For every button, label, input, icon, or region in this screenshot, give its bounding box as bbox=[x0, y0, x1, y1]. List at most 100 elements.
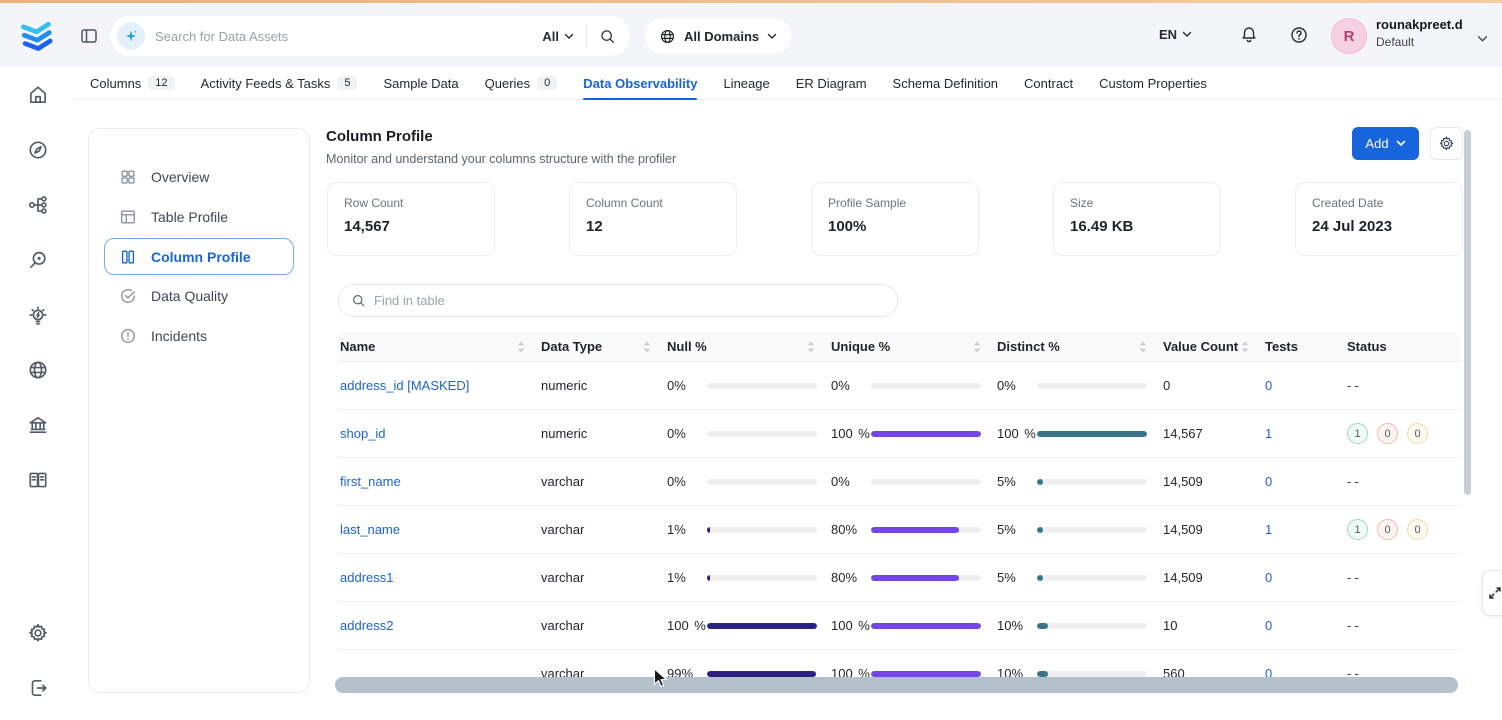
logout-icon[interactable] bbox=[26, 676, 50, 700]
table-row: address2varchar100 %100 %10%100-- bbox=[338, 602, 1460, 650]
column-header-data-type[interactable]: Data Type bbox=[539, 339, 665, 354]
column-name-link[interactable]: address2 bbox=[340, 618, 393, 633]
sort-icon[interactable] bbox=[973, 341, 981, 353]
sort-icon[interactable] bbox=[1241, 341, 1249, 353]
side-nav-table-profile[interactable]: Table Profile bbox=[89, 197, 309, 237]
side-nav-label: Overview bbox=[151, 169, 209, 185]
progress-track bbox=[1037, 383, 1147, 389]
summary-card-profile-sample: Profile Sample100% bbox=[811, 182, 979, 256]
tab-contract[interactable]: Contract bbox=[1024, 67, 1073, 100]
column-name-link[interactable]: address_id [MASKED] bbox=[340, 378, 469, 393]
progress-fill bbox=[871, 575, 959, 581]
progress-track bbox=[707, 623, 817, 629]
search-icon[interactable] bbox=[599, 28, 616, 45]
side-nav-incidents[interactable]: Incidents bbox=[89, 316, 309, 356]
column-name-link[interactable]: shop_id bbox=[340, 426, 386, 441]
global-search-input[interactable] bbox=[145, 29, 542, 44]
tests-link[interactable]: 0 bbox=[1265, 474, 1272, 489]
value-count-cell: 14,567 bbox=[1161, 426, 1263, 441]
tab-lineage[interactable]: Lineage bbox=[723, 67, 769, 100]
all-domains-dropdown[interactable]: All Domains bbox=[645, 18, 791, 54]
side-nav-overview[interactable]: Overview bbox=[89, 157, 309, 197]
tab-er-diagram[interactable]: ER Diagram bbox=[796, 67, 867, 100]
find-in-table[interactable] bbox=[338, 284, 898, 317]
tab-sample-data[interactable]: Sample Data bbox=[383, 67, 458, 100]
language-dropdown[interactable]: EN bbox=[1159, 27, 1192, 42]
column-header-name[interactable]: Name bbox=[338, 339, 539, 354]
sort-icon[interactable] bbox=[643, 341, 651, 353]
null-pct-cell: 1% bbox=[665, 569, 829, 586]
progress-track bbox=[871, 623, 981, 629]
vertical-scrollbar[interactable] bbox=[1464, 130, 1471, 495]
tab-queries[interactable]: Queries0 bbox=[485, 67, 558, 100]
progress-fill bbox=[707, 575, 710, 581]
progress-track bbox=[707, 383, 817, 389]
sort-icon[interactable] bbox=[1139, 341, 1147, 353]
home-icon[interactable] bbox=[26, 83, 50, 107]
column-header-unique[interactable]: Unique % bbox=[829, 339, 995, 354]
app-logo-icon[interactable] bbox=[16, 15, 58, 57]
tests-link[interactable]: 0 bbox=[1265, 378, 1272, 393]
tab-label: Custom Properties bbox=[1099, 76, 1207, 91]
progress-track bbox=[1037, 623, 1147, 629]
column-header-value-count[interactable]: Value Count bbox=[1161, 339, 1263, 354]
tab-count-badge: 0 bbox=[537, 76, 557, 90]
column-header-label: Data Type bbox=[541, 339, 602, 354]
side-nav-label: Column Profile bbox=[151, 249, 251, 265]
column-name-link[interactable]: address1 bbox=[340, 570, 393, 585]
column-header-label: Name bbox=[340, 339, 375, 354]
tab-data-observability[interactable]: Data Observability bbox=[583, 67, 697, 100]
column-header-status: Status bbox=[1345, 339, 1460, 354]
govern-icon[interactable] bbox=[26, 413, 50, 437]
sidebar-toggle-icon[interactable] bbox=[78, 26, 100, 48]
column-header-null[interactable]: Null % bbox=[665, 339, 829, 354]
user-avatar[interactable]: R bbox=[1331, 18, 1367, 54]
notifications-bell-icon[interactable] bbox=[1239, 25, 1259, 50]
tests-link[interactable]: 0 bbox=[1265, 570, 1272, 585]
global-search[interactable]: All bbox=[110, 16, 630, 56]
find-in-table-input[interactable] bbox=[374, 293, 885, 308]
tab-activity-feeds-tasks[interactable]: Activity Feeds & Tasks5 bbox=[201, 67, 358, 100]
glossary-icon[interactable] bbox=[26, 468, 50, 492]
sort-icon[interactable] bbox=[517, 341, 525, 353]
side-nav-column-profile[interactable]: Column Profile bbox=[104, 238, 294, 275]
user-menu-chevron-icon[interactable] bbox=[1477, 30, 1488, 48]
add-button[interactable]: Add bbox=[1352, 127, 1419, 160]
tests-link[interactable]: 1 bbox=[1265, 426, 1272, 441]
column-name-cell: last_name bbox=[338, 522, 539, 537]
help-icon[interactable] bbox=[1289, 25, 1309, 50]
column-name-link[interactable]: first_name bbox=[340, 474, 401, 489]
progress-track bbox=[707, 479, 817, 485]
insights-icon[interactable] bbox=[26, 303, 50, 327]
settings-icon[interactable] bbox=[26, 621, 50, 645]
all-domains-label: All Domains bbox=[684, 29, 759, 44]
search-scope-dropdown[interactable]: All bbox=[542, 29, 574, 44]
column-header-distinct[interactable]: Distinct % bbox=[995, 339, 1161, 354]
tests-link[interactable]: 1 bbox=[1265, 522, 1272, 537]
tab-custom-properties[interactable]: Custom Properties bbox=[1099, 67, 1207, 100]
null-pct-cell-label: 0% bbox=[667, 377, 707, 394]
tab-schema-definition[interactable]: Schema Definition bbox=[893, 67, 999, 100]
horizontal-scrollbar[interactable] bbox=[335, 677, 1458, 693]
tests-cell: 0 bbox=[1263, 618, 1345, 633]
tests-cell: 1 bbox=[1263, 426, 1345, 441]
expand-handle[interactable] bbox=[1482, 570, 1502, 616]
summary-card-value: 24 Jul 2023 bbox=[1312, 218, 1446, 235]
distinct-pct-cell-label: 100 % bbox=[997, 425, 1037, 442]
domains-icon[interactable] bbox=[26, 358, 50, 382]
tab-columns[interactable]: Columns12 bbox=[90, 67, 175, 100]
column-name-link[interactable]: last_name bbox=[340, 522, 400, 537]
sort-icon[interactable] bbox=[807, 341, 815, 353]
status-badges: 100 bbox=[1347, 519, 1460, 540]
lineage-icon[interactable] bbox=[26, 193, 50, 217]
explore-icon[interactable] bbox=[26, 138, 50, 162]
side-nav-label: Table Profile bbox=[151, 209, 228, 225]
summary-card-value: 16.49 KB bbox=[1070, 218, 1204, 235]
tests-link[interactable]: 0 bbox=[1265, 618, 1272, 633]
observability-icon[interactable] bbox=[26, 248, 50, 272]
profiler-settings-gear-icon[interactable] bbox=[1430, 127, 1463, 160]
progress-fill bbox=[1037, 623, 1048, 629]
null-pct-cell: 0% bbox=[665, 425, 829, 442]
side-nav-data-quality[interactable]: Data Quality bbox=[89, 276, 309, 316]
unique-pct-cell-label: 80% bbox=[831, 521, 871, 538]
